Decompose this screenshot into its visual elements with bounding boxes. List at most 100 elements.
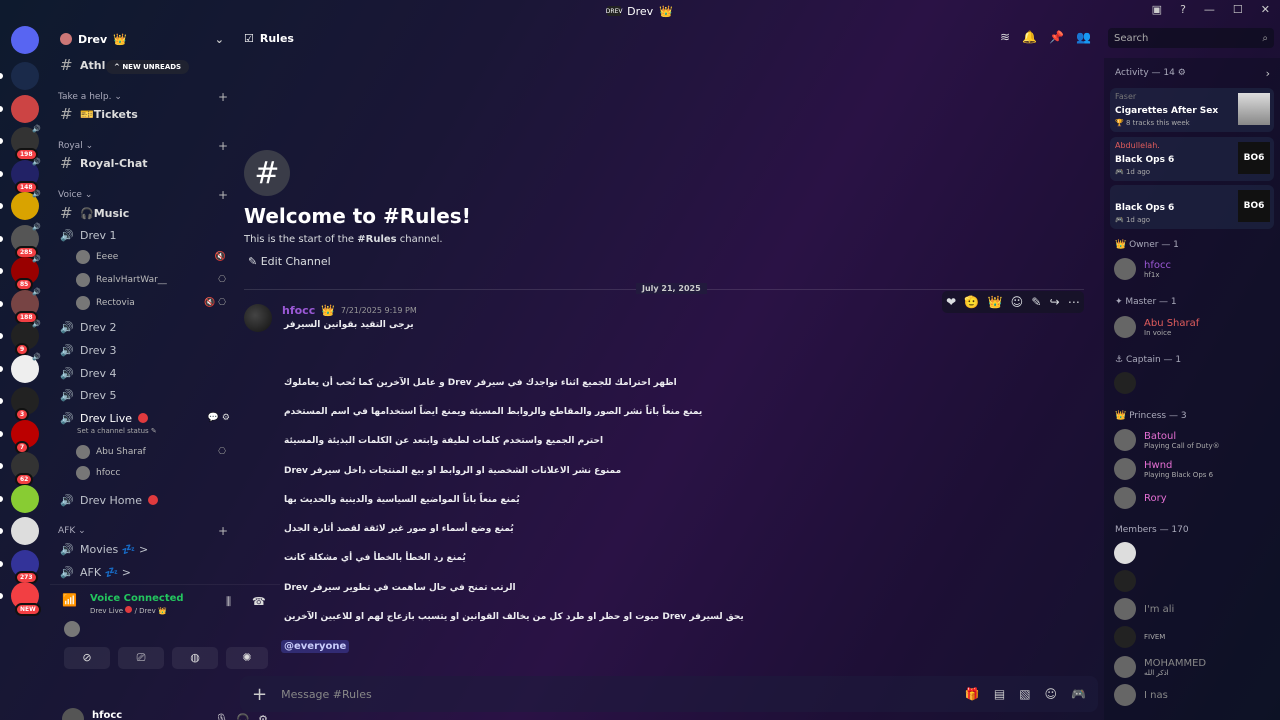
voice-channel-drev4[interactable]: 🔊 Drev 4 <box>54 363 230 383</box>
voice-channel-drev-live[interactable]: 🔊 Drev Live 💬 ⚙ <box>54 408 230 428</box>
server-icon[interactable]: 285 🔊 <box>0 223 41 259</box>
activity-card[interactable]: Black Ops 6 🎮 1d ago BO6 <box>1110 185 1274 229</box>
close-button[interactable]: ✕ <box>1261 3 1270 16</box>
voice-channel-drev5[interactable]: 🔊 Drev 5 <box>54 385 230 405</box>
server-header[interactable]: Drev 👑 ⌄ <box>50 22 234 56</box>
activities-button[interactable]: ◍ <box>172 647 218 669</box>
voice-channel-drev-home[interactable]: 🔊 Drev Home <box>54 490 230 510</box>
face-reaction-icon[interactable]: 🫡 <box>964 295 979 309</box>
channel-royal-chat[interactable]: # Royal-Chat <box>54 153 230 173</box>
server-icon[interactable] <box>0 62 39 90</box>
chevron-right-icon[interactable]: › <box>1266 67 1270 80</box>
category-voice[interactable]: Voice ⌄ + <box>58 188 228 202</box>
avatar[interactable] <box>244 304 272 332</box>
apps-icon[interactable]: 🎮 <box>1071 687 1086 701</box>
server-icon[interactable]: 62 <box>0 452 39 486</box>
heart-reaction-icon[interactable]: ❤ <box>946 295 956 309</box>
soundboard-button[interactable]: ✺ <box>226 647 268 669</box>
server-icon[interactable]: 148 🔊 <box>0 158 41 194</box>
member-item[interactable]: MOHAMMED اذكر الله <box>1114 654 1274 680</box>
member-item[interactable]: Hwnd Playing Black Ops 6 <box>1114 456 1274 482</box>
voice-user[interactable]: RealvHartWar__ ⎔ <box>76 271 226 289</box>
forward-icon[interactable]: ↪ <box>1050 295 1060 309</box>
disconnect-icon[interactable]: ☎ <box>252 595 266 608</box>
gear-icon[interactable]: ⚙ <box>258 713 268 720</box>
crown-reaction-icon[interactable]: 👑 <box>987 295 1002 309</box>
activity-card[interactable]: Faser Cigarettes After Sex 🏆 8 tracks this… <box>1110 88 1274 132</box>
voice-channel-drev2[interactable]: 🔊 Drev 2 <box>54 317 230 337</box>
server-icon[interactable]: 198 🔊 <box>0 125 41 161</box>
voice-channel-drev3[interactable]: 🔊 Drev 3 <box>54 340 230 360</box>
add-channel-icon[interactable]: + <box>218 139 228 153</box>
bell-icon[interactable]: 🔔 <box>1022 30 1037 44</box>
member-item[interactable] <box>1114 370 1274 396</box>
sticker-icon[interactable]: ▧ <box>1019 687 1030 701</box>
member-item[interactable]: Abu Sharaf In voice <box>1114 314 1274 340</box>
category-afk[interactable]: AFK ⌄ + <box>58 524 228 538</box>
gif-icon[interactable]: ▤ <box>994 687 1005 701</box>
set-channel-status[interactable]: Set a channel status ✎ <box>77 427 157 435</box>
server-icon[interactable]: 273 <box>0 549 39 584</box>
add-channel-icon[interactable]: + <box>218 188 228 202</box>
server-icon[interactable]: 🔊 <box>0 353 41 383</box>
activity-card[interactable]: Abdullelah. Black Ops 6 🎮 1d ago BO6 <box>1110 137 1274 181</box>
member-item[interactable]: FIVEM <box>1114 624 1274 650</box>
microphone-icon[interactable]: 🎙 <box>214 713 228 720</box>
camera-off-button[interactable]: ⊘ <box>64 647 110 669</box>
avatar[interactable] <box>62 708 84 720</box>
noise-suppression-icon[interactable]: ⫼ <box>226 595 231 609</box>
member-item[interactable] <box>1114 568 1274 594</box>
channel-actions-icon[interactable]: 💬 ⚙ <box>208 413 230 423</box>
attach-button[interactable]: + <box>252 684 267 705</box>
edit-channel-link[interactable]: ✎ Edit Channel <box>244 255 471 268</box>
member-item[interactable]: Batoul Playing Call of Duty® <box>1114 427 1274 453</box>
message-author[interactable]: hfocc <box>282 304 315 317</box>
category-help[interactable]: Take a help. ⌄ + <box>58 90 228 104</box>
category-royal[interactable]: Royal ⌄ + <box>58 139 228 153</box>
everyone-mention[interactable]: @everyone <box>281 640 350 653</box>
member-list-icon[interactable]: 👥 <box>1076 30 1091 44</box>
add-channel-icon[interactable]: + <box>218 524 228 538</box>
channel-tickets[interactable]: # 🎫Tickets <box>54 104 230 124</box>
channel-music[interactable]: # 🎧Music <box>54 203 230 223</box>
emoji-icon[interactable]: ☺ <box>1045 687 1058 701</box>
server-icon[interactable] <box>0 484 39 513</box>
add-reaction-icon[interactable]: ☺ <box>1011 295 1024 309</box>
member-item[interactable]: Rory <box>1114 485 1274 511</box>
threads-icon[interactable]: ≋ <box>1000 30 1010 44</box>
server-icon[interactable] <box>0 517 39 545</box>
home-button[interactable] <box>11 26 39 54</box>
add-channel-icon[interactable]: + <box>218 90 228 104</box>
voice-channel-movies[interactable]: 🔊 Movies 💤 > <box>54 539 230 559</box>
member-item[interactable]: hfocc hf1x <box>1114 256 1274 282</box>
server-icon[interactable]: 9 🔊 <box>0 320 41 356</box>
help-icon[interactable]: ? <box>1180 3 1186 16</box>
headphones-icon[interactable]: 🎧 <box>236 713 250 720</box>
voice-user[interactable]: hfocc <box>76 464 226 482</box>
maximize-button[interactable]: ☐ <box>1233 3 1243 16</box>
voice-channel-afk[interactable]: 🔊 AFK 💤 > <box>54 562 230 582</box>
voice-user[interactable]: Rectovia 🔇 ⎔ <box>76 294 226 312</box>
minimize-button[interactable]: — <box>1204 3 1215 16</box>
voice-user[interactable]: Abu Sharaf ⎔ <box>76 443 226 461</box>
message-input[interactable]: Message #Rules <box>281 688 372 701</box>
voice-channel-drev1[interactable]: 🔊 Drev 1 <box>54 225 230 245</box>
search-input[interactable]: Search ⌕ <box>1108 28 1274 48</box>
server-icon[interactable]: 🔊 <box>0 190 41 220</box>
pin-icon[interactable]: 📌 <box>1049 30 1064 44</box>
member-item[interactable]: I nas <box>1114 682 1274 708</box>
server-icon[interactable]: NEW <box>0 582 41 616</box>
gift-icon[interactable]: 🎁 <box>965 687 980 701</box>
edit-icon[interactable]: ✎ <box>1031 295 1041 309</box>
voice-user[interactable]: Eeee 🔇 <box>76 248 226 266</box>
server-icon[interactable]: 85 🔊 <box>0 255 41 291</box>
member-item[interactable]: I'm ali <box>1114 596 1274 622</box>
screen-share-button[interactable]: ⎚ <box>118 647 164 669</box>
member-item[interactable] <box>1114 540 1274 566</box>
server-icon[interactable]: 3 <box>0 387 39 421</box>
more-icon[interactable]: ⋯ <box>1068 295 1080 309</box>
server-icon[interactable]: 7 <box>0 419 39 454</box>
server-icon[interactable]: 188 🔊 <box>0 288 41 324</box>
new-unreads-pill[interactable]: ^ NEW UNREADS <box>106 60 190 74</box>
server-icon[interactable] <box>0 94 39 123</box>
